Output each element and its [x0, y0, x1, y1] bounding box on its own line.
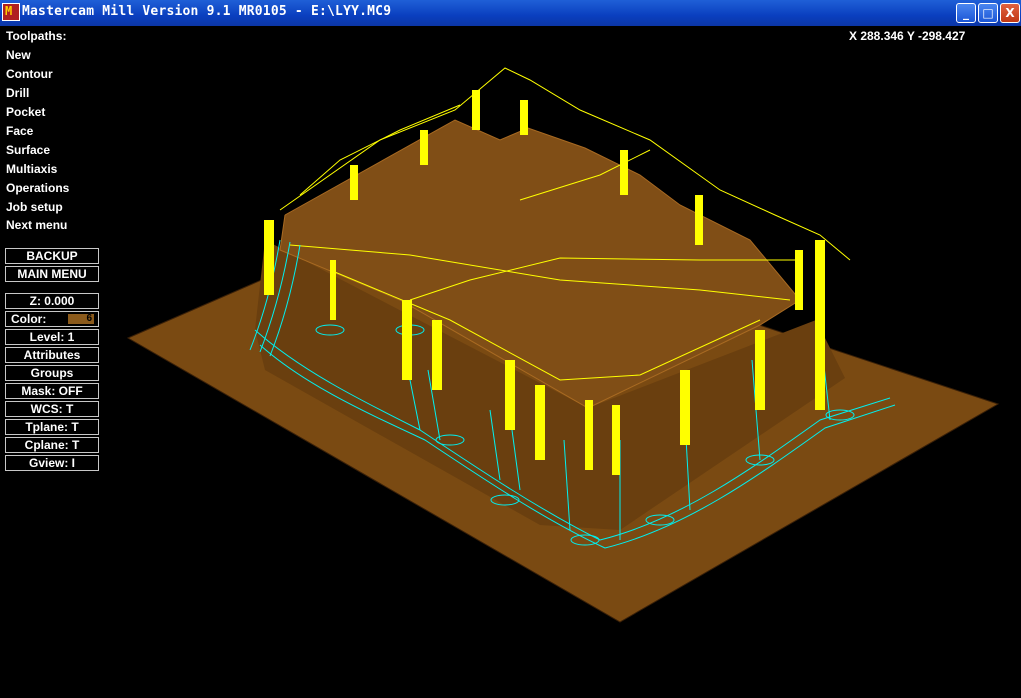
- menu-item-operations[interactable]: Operations: [6, 181, 69, 195]
- maximize-button[interactable]: □: [978, 3, 998, 23]
- menu-item-new[interactable]: New: [6, 48, 31, 62]
- menu-item-contour[interactable]: Contour: [6, 67, 53, 81]
- menu-item-face[interactable]: Face: [6, 124, 33, 138]
- menu-item-multiaxis[interactable]: Multiaxis: [6, 162, 57, 176]
- title-bar: Mastercam Mill Version 9.1 MR0105 - E:\L…: [0, 0, 1021, 26]
- menu-item-drill[interactable]: Drill: [6, 86, 29, 100]
- gview-button[interactable]: Gview: I: [5, 455, 99, 471]
- tplane-button[interactable]: Tplane: T: [5, 419, 99, 435]
- level-button[interactable]: Level: 1: [5, 329, 99, 345]
- minimize-button[interactable]: _: [956, 3, 976, 23]
- graphics-viewport[interactable]: [100, 26, 1021, 698]
- mastercam-app-icon[interactable]: [2, 3, 20, 21]
- color-swatch: 6: [68, 314, 94, 324]
- menu-item-job-setup[interactable]: Job setup: [6, 200, 63, 214]
- menu-item-pocket[interactable]: Pocket: [6, 105, 45, 119]
- menu-item-next-menu[interactable]: Next menu: [6, 218, 67, 232]
- window-title: Mastercam Mill Version 9.1 MR0105 - E:\L…: [22, 4, 392, 19]
- menu-title: Toolpaths:: [6, 29, 67, 43]
- menu-item-surface[interactable]: Surface: [6, 143, 50, 157]
- mask-button[interactable]: Mask: OFF: [5, 383, 99, 399]
- main-menu-button[interactable]: MAIN MENU: [5, 266, 99, 282]
- color-button[interactable]: Color: 6: [5, 311, 99, 327]
- cplane-button[interactable]: Cplane: T: [5, 437, 99, 453]
- backup-button[interactable]: BACKUP: [5, 248, 99, 264]
- groups-button[interactable]: Groups: [5, 365, 99, 381]
- close-button[interactable]: X: [1000, 3, 1020, 23]
- attributes-button[interactable]: Attributes: [5, 347, 99, 363]
- z-depth-button[interactable]: Z: 0.000: [5, 293, 99, 309]
- color-label: Color:: [11, 312, 47, 326]
- wcs-button[interactable]: WCS: T: [5, 401, 99, 417]
